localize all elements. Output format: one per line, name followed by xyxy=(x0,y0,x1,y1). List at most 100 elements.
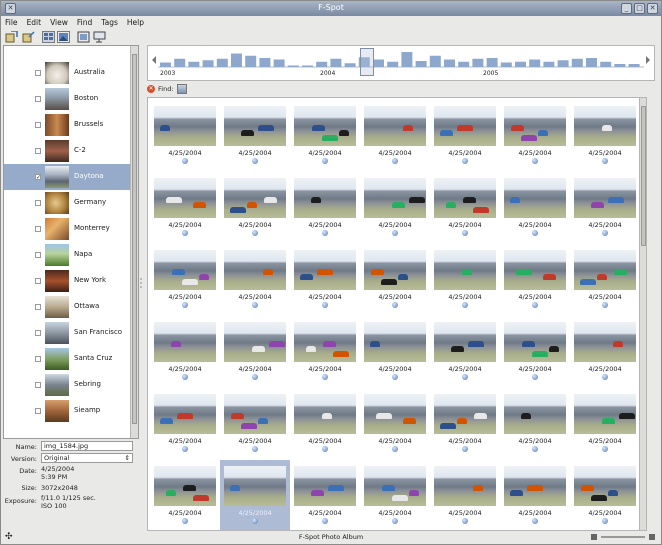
tag-checkbox[interactable] xyxy=(35,356,41,362)
scrollbar-thumb[interactable] xyxy=(641,106,646,246)
timeline-bar[interactable] xyxy=(429,55,441,67)
tag-checkbox[interactable] xyxy=(35,96,41,102)
menu-find[interactable]: Find xyxy=(77,16,92,29)
timeline-bar[interactable] xyxy=(614,64,626,67)
photo-thumbnail[interactable]: 4/25/2004 xyxy=(360,172,430,244)
browse-view-icon[interactable] xyxy=(42,31,55,43)
timeline-histogram[interactable] xyxy=(148,46,654,80)
tag-item-daytona[interactable]: ✓ Daytona xyxy=(4,164,130,190)
timeline-bar[interactable] xyxy=(600,61,612,67)
timeline-bar[interactable] xyxy=(160,62,171,68)
tag-item-sieamp[interactable]: Sieamp xyxy=(4,398,130,424)
photo-thumbnail[interactable]: 4/25/2004 xyxy=(360,316,430,388)
photo-thumbnail[interactable]: 4/25/2004 xyxy=(150,316,220,388)
photo-thumbnail[interactable]: 4/25/2004 xyxy=(290,172,360,244)
tag-item-boston[interactable]: Boston xyxy=(4,86,130,112)
timeline-bar[interactable] xyxy=(486,58,498,67)
photo-thumbnail[interactable]: 4/25/2004 xyxy=(290,316,360,388)
photo-thumbnail[interactable]: 4/25/2004 xyxy=(220,172,290,244)
photo-thumbnail[interactable]: 4/25/2004 xyxy=(290,100,360,172)
tag-checkbox[interactable] xyxy=(35,70,41,76)
tag-item-ottawa[interactable]: Ottawa xyxy=(4,294,130,320)
photo-thumbnail[interactable]: 4/25/2004 xyxy=(290,388,360,460)
tag-item-napa[interactable]: Napa xyxy=(4,242,130,268)
tag-checkbox[interactable] xyxy=(35,148,41,154)
timeline-bar[interactable] xyxy=(245,55,257,67)
import-icon[interactable] xyxy=(5,30,18,43)
timeline-bar[interactable] xyxy=(387,61,399,67)
photo-thumbnail[interactable]: 4/25/2004 xyxy=(570,388,640,460)
timeline-bar[interactable] xyxy=(287,65,299,68)
photo-thumbnail[interactable]: 4/25/2004 xyxy=(290,460,360,530)
photo-thumbnail[interactable]: 4/25/2004 xyxy=(150,172,220,244)
timeline-selector[interactable] xyxy=(360,48,374,76)
photo-thumbnail[interactable]: 4/25/2004 xyxy=(500,100,570,172)
photo-thumbnail[interactable]: 4/25/2004 xyxy=(500,316,570,388)
timeline-bar[interactable] xyxy=(444,59,455,68)
photo-thumbnail[interactable]: 4/25/2004 xyxy=(360,244,430,316)
photo-thumbnail[interactable]: 4/25/2004 xyxy=(430,100,500,172)
photo-thumbnail[interactable]: 4/25/2004 xyxy=(430,244,500,316)
photo-thumbnail[interactable]: 4/25/2004 xyxy=(430,460,500,530)
tag-item-germany[interactable]: Germany xyxy=(4,190,130,216)
timeline-bar[interactable] xyxy=(571,58,583,67)
maximize-icon[interactable]: □ xyxy=(634,3,645,14)
photo-grid-scrollbar[interactable] xyxy=(639,98,646,530)
timeline-bar[interactable] xyxy=(557,60,569,67)
tag-item-australia[interactable]: Australia xyxy=(4,60,130,86)
tag-checkbox[interactable] xyxy=(35,278,41,284)
photo-thumbnail[interactable]: 4/25/2004 xyxy=(430,172,500,244)
photo-thumbnail[interactable]: 4/25/2004 xyxy=(150,244,220,316)
photo-thumbnail[interactable]: 4/25/2004 xyxy=(360,388,430,460)
photo-thumbnail[interactable]: 4/25/2004 xyxy=(150,388,220,460)
timeline-bar[interactable] xyxy=(472,58,484,67)
tag-checkbox[interactable] xyxy=(35,252,41,258)
timeline-bar[interactable] xyxy=(628,64,640,67)
timeline-bar[interactable] xyxy=(174,58,186,67)
tag-checkbox[interactable] xyxy=(35,330,41,336)
close-icon[interactable]: ✕ xyxy=(647,3,658,14)
photo-thumbnail[interactable]: 4/25/2004 xyxy=(220,388,290,460)
timeline-bar[interactable] xyxy=(302,65,313,68)
name-field[interactable]: img_1584.jpg xyxy=(41,441,133,451)
timeline-bar[interactable] xyxy=(216,58,228,67)
timeline-bar[interactable] xyxy=(373,59,384,68)
photo-thumbnail[interactable]: 4/25/2004 xyxy=(360,100,430,172)
minimize-icon[interactable]: _ xyxy=(621,3,632,14)
photo-thumbnail[interactable]: 4/25/2004 xyxy=(220,460,290,530)
menu-file[interactable]: File xyxy=(5,16,18,29)
photo-thumbnail[interactable]: 4/25/2004 xyxy=(500,388,570,460)
tag-item-new-york[interactable]: New York xyxy=(4,268,130,294)
photo-thumbnail[interactable]: 4/25/2004 xyxy=(150,460,220,530)
photo-thumbnail[interactable]: 4/25/2004 xyxy=(430,388,500,460)
tag-item-brussels[interactable]: Brussels xyxy=(4,112,130,138)
scrollbar-thumb[interactable] xyxy=(132,54,137,424)
photo-thumbnail[interactable]: 4/25/2004 xyxy=(500,244,570,316)
timeline-bar[interactable] xyxy=(401,52,413,67)
tag-checkbox[interactable] xyxy=(35,382,41,388)
timeline-bar[interactable] xyxy=(543,61,555,67)
photo-thumbnail[interactable]: 4/25/2004 xyxy=(570,316,640,388)
photo-thumbnail[interactable]: 4/25/2004 xyxy=(150,100,220,172)
edit-view-icon[interactable] xyxy=(57,31,70,43)
title-bar[interactable]: ✕ F-Spot _ □ ✕ xyxy=(1,1,661,16)
find-tag-chip[interactable] xyxy=(177,84,187,94)
tag-checkbox[interactable] xyxy=(35,408,41,414)
photo-thumbnail[interactable]: 4/25/2004 xyxy=(220,244,290,316)
photo-thumbnail[interactable]: 4/25/2004 xyxy=(500,460,570,530)
photo-thumbnail[interactable]: 4/25/2004 xyxy=(570,460,640,530)
tag-item-monterrey[interactable]: Monterrey xyxy=(4,216,130,242)
fullscreen-icon[interactable] xyxy=(77,31,90,43)
timeline-bar[interactable] xyxy=(202,60,214,67)
tag-checkbox[interactable] xyxy=(35,226,41,232)
photo-thumbnail[interactable]: 4/25/2004 xyxy=(570,172,640,244)
clear-find-icon[interactable]: ✕ xyxy=(147,85,155,93)
timeline-bar[interactable] xyxy=(500,62,512,68)
timeline-bar[interactable] xyxy=(515,61,526,67)
tag-item-san-francisco[interactable]: San Francisco xyxy=(4,320,130,346)
timeline-bar[interactable] xyxy=(458,61,470,67)
menu-tags[interactable]: Tags xyxy=(101,16,118,29)
tag-checkbox[interactable]: ✓ xyxy=(35,174,41,181)
menu-edit[interactable]: Edit xyxy=(27,16,42,29)
zoom-slider[interactable] xyxy=(591,533,655,541)
